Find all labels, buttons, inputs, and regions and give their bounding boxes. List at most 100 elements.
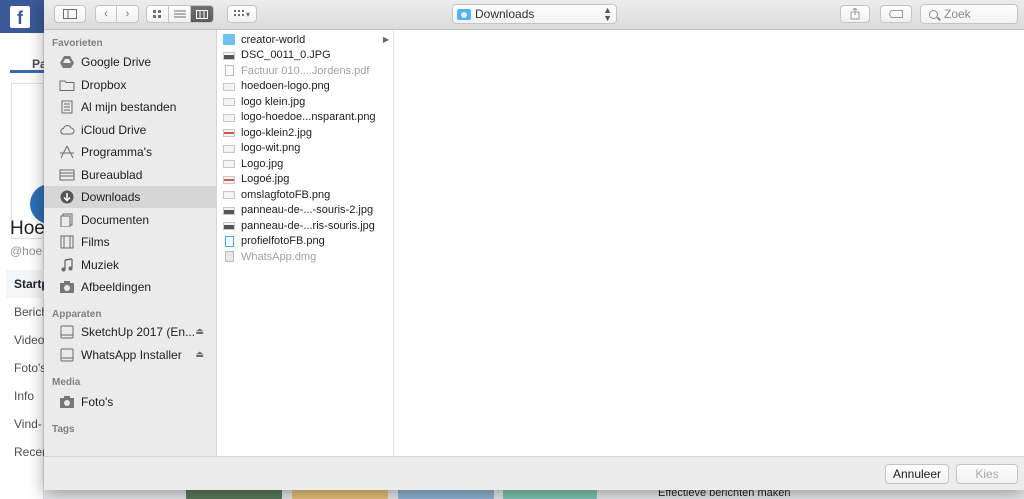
list-view-icon [173, 10, 186, 17]
sidebar-icon [63, 9, 77, 19]
eject-icon[interactable]: ⏏ [195, 349, 204, 360]
sidebar-item-downloads[interactable]: Downloads [44, 186, 216, 208]
file-name: omslagfotoFB.png [241, 188, 331, 201]
list-view-button[interactable] [169, 6, 191, 22]
sidebar-item-sketchup-volume[interactable]: SketchUp 2017 (En... ⏏ [44, 321, 216, 343]
dialog-footer: Annuleer Kies [44, 456, 1024, 490]
file-row[interactable]: hoedoen-logo.png [217, 79, 393, 95]
sidebar-item-icloud-drive[interactable]: iCloud Drive [44, 119, 216, 141]
sidebar-item-desktop[interactable]: Bureaublad [44, 164, 216, 186]
menu-item-find[interactable]: Vind- [6, 410, 44, 438]
sidebar-item-dropbox[interactable]: Dropbox [44, 74, 216, 96]
file-row[interactable]: DSC_0011_0.JPG [217, 48, 393, 64]
finder-sidebar: Favorieten Google Drive Dropbox Al mijn … [44, 30, 217, 456]
menu-item-messages[interactable]: Berich [6, 298, 44, 326]
file-row[interactable]: logo-klein2.jpg [217, 125, 393, 141]
file-name: Logoé.jpg [241, 173, 290, 186]
sidebar-item-documents[interactable]: Documenten [44, 209, 216, 231]
file-row[interactable]: Factuur 010....Jordens.pdf [217, 63, 393, 79]
folder-icon [59, 80, 75, 91]
sidebar-item-whatsapp-volume[interactable]: WhatsApp Installer ⏏ [44, 344, 216, 366]
sidebar-item-label: Documenten [81, 212, 150, 227]
image-file-icon [223, 51, 235, 60]
chevron-left-icon: ‹ [104, 8, 108, 20]
image-file-icon [223, 222, 235, 231]
file-name: profielfotoFB.png [241, 235, 325, 248]
profile-picture[interactable] [11, 83, 60, 239]
file-name: hoedoen-logo.png [241, 80, 330, 93]
icon-view-button[interactable] [147, 6, 169, 22]
eject-icon[interactable]: ⏏ [195, 326, 204, 337]
file-row[interactable]: logo klein.jpg [217, 94, 393, 110]
menu-item-start[interactable]: Startp [6, 270, 44, 298]
sidebar-item-music[interactable]: Muziek [44, 254, 216, 276]
media-header: Media [52, 377, 81, 388]
file-row[interactable]: Logoé.jpg [217, 172, 393, 188]
file-name: panneau-de-...ris-souris.jpg [241, 219, 375, 232]
file-name: WhatsApp.dmg [241, 250, 317, 263]
menu-item-videos[interactable]: Video [6, 326, 44, 354]
arrange-button[interactable]: ▾ [227, 5, 257, 23]
file-row[interactable]: panneau-de-...ris-souris.jpg [217, 218, 393, 234]
search-field[interactable]: Zoek [920, 4, 1018, 24]
disk-icon [60, 325, 74, 339]
file-name: logo-hoedoe...nsparant.png [241, 111, 376, 124]
column-view-icon [196, 9, 208, 19]
image-file-icon [223, 144, 235, 153]
share-button[interactable] [840, 5, 870, 23]
location-popup[interactable]: Downloads ▲ ▼ [452, 4, 617, 24]
sidebar-item-films[interactable]: Films [44, 231, 216, 253]
sidebar-item-label: Downloads [81, 190, 141, 204]
menu-item-reviews[interactable]: Recen [6, 438, 44, 466]
page-handle: @hoe [10, 244, 43, 258]
music-icon [61, 257, 73, 271]
sidebar-item-label: Al mijn bestanden [81, 100, 177, 114]
google-drive-icon [60, 56, 74, 68]
downloads-icon [60, 190, 74, 204]
share-icon [850, 8, 860, 20]
search-placeholder: Zoek [944, 7, 971, 21]
file-row[interactable]: Logo.jpg [217, 156, 393, 172]
back-button[interactable]: ‹ [96, 6, 117, 22]
folder-row[interactable]: creator-world ▶ [217, 32, 393, 48]
menu-item-photos[interactable]: Foto's [6, 354, 44, 382]
image-file-icon [223, 175, 235, 184]
file-row[interactable]: logo-wit.png [217, 141, 393, 157]
disk-image-icon [225, 251, 234, 263]
file-row[interactable]: WhatsApp.dmg [217, 249, 393, 265]
sidebar-item-label: Programma's [81, 145, 152, 159]
choose-button[interactable]: Kies [956, 464, 1018, 484]
tags-header: Tags [52, 424, 75, 435]
devices-header: Apparaten [52, 309, 102, 320]
image-file-icon [223, 113, 235, 122]
disclosure-arrow-icon: ▶ [382, 35, 389, 44]
sidebar-item-photos[interactable]: Foto's [44, 391, 216, 413]
file-row[interactable]: logo-hoedoe...nsparant.png [217, 110, 393, 126]
applications-icon [60, 145, 74, 159]
image-file-icon [223, 98, 235, 107]
cancel-button[interactable]: Annuleer [885, 464, 949, 484]
file-row[interactable]: profielfotoFB.png [217, 234, 393, 250]
forward-button[interactable]: › [117, 6, 138, 22]
sidebar-item-pictures[interactable]: Afbeeldingen [44, 276, 216, 298]
sidebar-item-google-drive[interactable]: Google Drive [44, 51, 216, 73]
file-name: creator-world [241, 33, 306, 46]
back-forward-control: ‹ › [95, 5, 139, 23]
facebook-logo-icon[interactable]: f [10, 6, 30, 28]
folder-icon [223, 34, 235, 46]
page-name: Hoe [10, 218, 45, 239]
sidebar-item-applications[interactable]: Programma's [44, 141, 216, 163]
file-name: panneau-de-...-souris-2.jpg [241, 204, 374, 217]
sidebar-toggle-button[interactable] [54, 5, 86, 23]
tag-button[interactable] [880, 5, 912, 23]
file-name: logo klein.jpg [241, 95, 306, 108]
menu-item-info[interactable]: Info [6, 382, 44, 410]
sidebar-item-all-files[interactable]: Al mijn bestanden [44, 96, 216, 118]
facebook-tab[interactable]: Pa [10, 43, 44, 73]
column-view-button[interactable] [191, 6, 213, 22]
sidebar-item-label: WhatsApp Installer [81, 347, 182, 362]
camera-icon [60, 281, 74, 293]
file-row[interactable]: panneau-de-...-souris-2.jpg [217, 203, 393, 219]
file-row[interactable]: omslagfotoFB.png [217, 187, 393, 203]
pdf-file-icon [225, 65, 234, 77]
